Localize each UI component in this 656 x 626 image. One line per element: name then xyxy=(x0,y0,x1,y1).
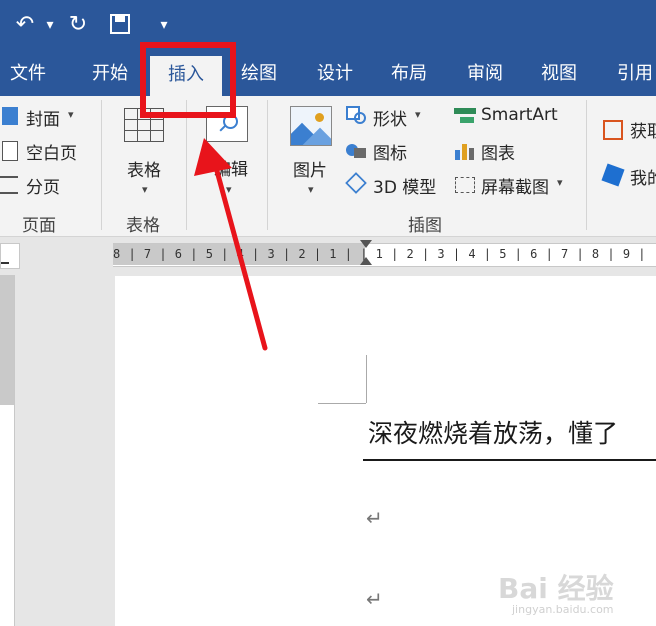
cover-page-button[interactable]: 封面 xyxy=(26,105,60,130)
heading-underline xyxy=(363,459,656,461)
margin-corner-mark xyxy=(318,403,366,404)
group-label-tables: 表格 xyxy=(126,216,160,236)
group-label-pages: 页面 xyxy=(22,216,56,236)
icons-icon xyxy=(346,140,366,160)
table-button[interactable]: 表格 xyxy=(127,156,161,181)
first-line-indent-marker[interactable] xyxy=(360,240,372,248)
annotation-highlight-box xyxy=(140,42,236,118)
chevron-down-icon[interactable]: ▾ xyxy=(557,176,563,189)
tab-home[interactable]: 开始 xyxy=(80,52,140,96)
ruler-tab-selector[interactable] xyxy=(0,243,20,269)
redo-icon[interactable]: ↻ xyxy=(64,12,92,38)
shapes-button[interactable]: 形状 xyxy=(373,105,407,130)
chart-button[interactable]: 图表 xyxy=(481,139,515,164)
smartart-button[interactable]: SmartArt xyxy=(481,105,558,125)
shapes-circle-icon xyxy=(354,112,366,124)
page-break-icon xyxy=(0,176,18,194)
watermark-logo: Bai 经验 xyxy=(498,572,614,605)
chart-icon xyxy=(455,142,475,160)
blank-page-button[interactable]: 空白页 xyxy=(26,139,77,164)
chevron-down-icon[interactable]: ▾ xyxy=(68,108,74,121)
undo-dropdown-icon[interactable]: ▾ xyxy=(42,12,58,38)
page-break-button[interactable]: 分页 xyxy=(26,173,60,198)
blank-page-icon xyxy=(2,141,18,161)
tab-review[interactable]: 审阅 xyxy=(454,52,516,96)
hanging-indent-marker[interactable] xyxy=(360,257,372,265)
margin-corner-mark xyxy=(366,355,367,403)
ribbon-separator xyxy=(101,100,102,230)
annotation-arrow xyxy=(194,138,268,351)
save-icon[interactable] xyxy=(110,14,130,34)
ribbon-separator xyxy=(186,100,187,230)
customize-toolbar-icon[interactable]: ▾ xyxy=(152,12,176,38)
undo-icon[interactable]: ↶ xyxy=(10,12,40,38)
ribbon-separator xyxy=(586,100,587,230)
tab-layout[interactable]: 布局 xyxy=(378,52,440,96)
tab-design[interactable]: 设计 xyxy=(304,52,366,96)
chevron-down-icon[interactable]: ▾ xyxy=(142,183,148,196)
chevron-down-icon[interactable]: ▾ xyxy=(308,183,314,196)
ruler-margin-top xyxy=(0,275,14,405)
picture-icon xyxy=(290,106,332,146)
picture-button[interactable]: 图片 xyxy=(293,156,327,181)
get-addins-icon xyxy=(603,120,623,140)
paragraph-mark: ↵ xyxy=(366,506,383,530)
screenshot-button[interactable]: 屏幕截图 xyxy=(481,173,549,198)
tab-draw[interactable]: 绘图 xyxy=(230,52,288,96)
tab-file[interactable]: 文件 xyxy=(0,52,56,96)
tab-view[interactable]: 视图 xyxy=(528,52,590,96)
3d-model-button[interactable]: 3D 模型 xyxy=(373,173,436,198)
icons-button[interactable]: 图标 xyxy=(373,139,407,164)
screenshot-icon xyxy=(455,177,475,193)
document-text-line[interactable]: 深夜燃烧着放荡，懂了 xyxy=(368,414,618,450)
cover-page-icon xyxy=(2,107,18,125)
chevron-down-icon[interactable]: ▾ xyxy=(415,108,421,121)
group-label-illustrations: 插图 xyxy=(408,216,442,236)
tab-references[interactable]: 引用 xyxy=(604,52,656,96)
my-addins-button[interactable]: 我的 xyxy=(630,164,656,189)
watermark-url: jingyan.baidu.com xyxy=(512,603,614,616)
title-bar xyxy=(0,0,656,52)
paragraph-mark: ↵ xyxy=(366,587,383,611)
smartart-icon xyxy=(454,108,476,124)
get-addins-button[interactable]: 获取 xyxy=(630,117,656,142)
